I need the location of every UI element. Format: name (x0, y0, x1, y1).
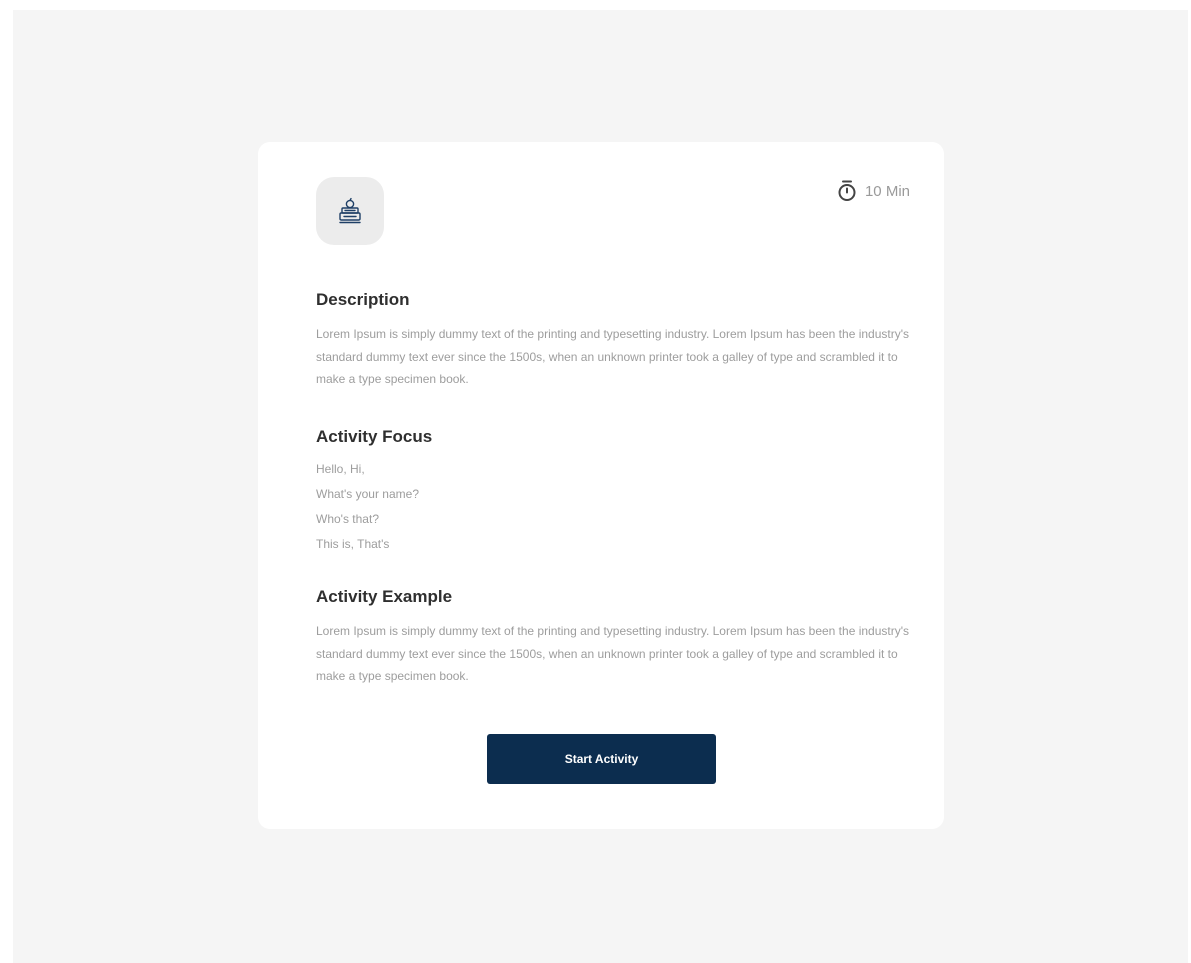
activity-example-heading: Activity Example (316, 587, 453, 606)
duration-text: 10 Min (864, 182, 910, 200)
list-item: This is, That's (316, 537, 390, 551)
list-item: Hello, Hi, (316, 462, 365, 476)
list-item: Who's that? (316, 512, 379, 526)
description-text: Lorem Ipsum is simply dummy text of the … (316, 327, 910, 386)
activity-example-text: Lorem Ipsum is simply dummy text of the … (316, 624, 910, 683)
activity-icon-tile (316, 177, 384, 245)
activity-card: 10 Min Description Lorem Ipsum is simply… (258, 142, 944, 829)
list-item: What's your name? (316, 487, 420, 501)
start-activity-button[interactable]: Start Activity (487, 734, 716, 784)
stopwatch-icon (838, 180, 856, 201)
page-background: 10 Min Description Lorem Ipsum is simply… (13, 10, 1188, 963)
activity-focus-heading: Activity Focus (316, 427, 433, 446)
duration-indicator: 10 Min (837, 180, 910, 202)
description-heading: Description (316, 290, 410, 309)
books-with-apple-icon (339, 197, 361, 224)
activity-focus-list: Hello, Hi, What's your name? Who's that?… (316, 457, 419, 557)
